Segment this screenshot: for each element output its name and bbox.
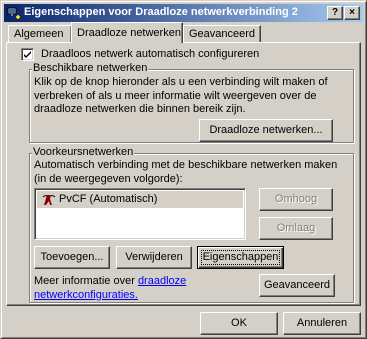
title-bar[interactable]: Eigenschappen voor Draadloze netwerkverb…: [4, 4, 363, 22]
available-description-line2: verbreken of als u meer informatie wilt …: [34, 90, 317, 102]
more-info-link-part1[interactable]: draadloze: [138, 275, 186, 287]
network-name: PvCF (Automatisch): [59, 193, 158, 205]
more-info-prefix: Meer informatie over: [34, 275, 138, 287]
move-down-button[interactable]: Omlaag: [259, 217, 333, 240]
network-connection-icon: [7, 7, 20, 19]
remove-button[interactable]: Verwijderen: [116, 246, 192, 269]
tab-geavanceerd[interactable]: Geavanceerd: [183, 25, 261, 43]
auto-config-checkbox[interactable]: [21, 48, 34, 61]
available-networks-label: Beschikbare netwerken: [32, 62, 149, 74]
tab-label: Draadloze netwerken: [77, 27, 181, 39]
preferred-networks-list[interactable]: PvCF (Automatisch): [34, 188, 246, 240]
available-description-line1: Klik op de knop hieronder als u een verb…: [34, 76, 328, 88]
close-button[interactable]: ×: [344, 6, 360, 20]
available-description-line3: draadloze netwerken die binnen bereik zi…: [34, 103, 246, 115]
focus-ring: [201, 250, 280, 265]
more-info-link-part2[interactable]: netwerkconfiguraties.: [34, 289, 138, 301]
advanced-button[interactable]: Geavanceerd: [259, 274, 335, 297]
tab-algemeen[interactable]: Algemeen: [8, 25, 72, 43]
add-button[interactable]: Toevoegen...: [34, 246, 110, 269]
preferred-description-line2: (in de weergegeven volgorde):: [34, 173, 183, 185]
help-button[interactable]: ?: [327, 6, 343, 20]
more-info-text: Meer informatie over draadloze: [34, 275, 186, 287]
ok-button[interactable]: OK: [200, 312, 278, 335]
move-up-button[interactable]: Omhoog: [259, 188, 333, 211]
wireless-network-icon: [42, 195, 56, 205]
checkmark-icon: [24, 51, 31, 58]
window-title: Eigenschappen voor Draadloze netwerkverb…: [24, 6, 298, 18]
cancel-button[interactable]: Annuleren: [283, 312, 361, 335]
preferred-networks-label: Voorkeursnetwerken: [32, 146, 135, 158]
properties-button[interactable]: Eigenschappen: [197, 246, 284, 269]
properties-dialog: Eigenschappen voor Draadloze netwerkverb…: [0, 0, 367, 339]
preferred-description-line1: Automatisch verbinding met de beschikbar…: [34, 159, 338, 171]
list-item[interactable]: PvCF (Automatisch): [37, 191, 243, 208]
auto-config-label[interactable]: Draadloos netwerk automatisch configurer…: [41, 48, 259, 60]
view-wireless-networks-button[interactable]: Draadloze netwerken...: [199, 119, 333, 142]
tab-draadloze-netwerken[interactable]: Draadloze netwerken: [71, 22, 183, 43]
